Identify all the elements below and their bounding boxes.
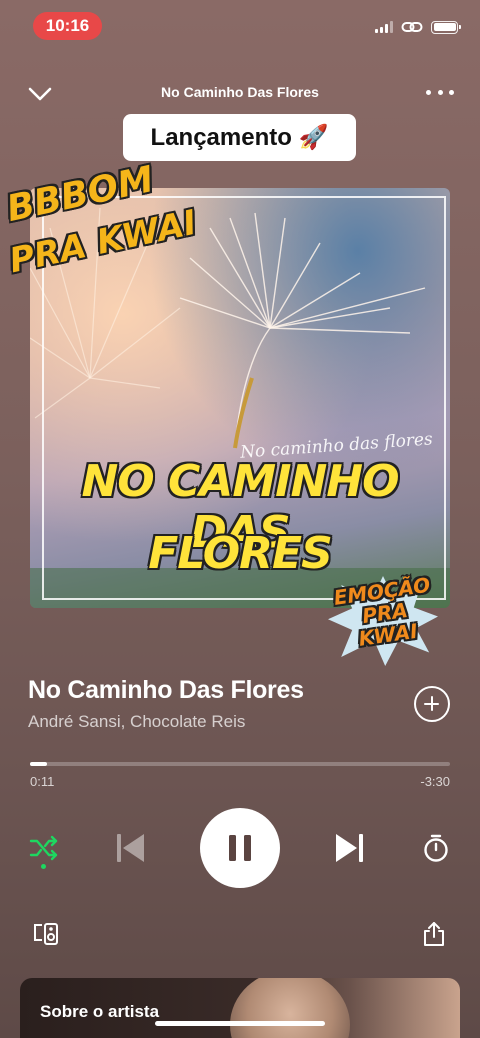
shuffle-active-dot <box>41 864 46 869</box>
sleep-timer-button[interactable] <box>418 830 454 866</box>
play-pause-button[interactable] <box>200 808 280 888</box>
pause-icon <box>229 835 251 861</box>
skip-previous-icon <box>117 834 144 862</box>
more-icon[interactable] <box>426 90 454 98</box>
player-header: No Caminho Das Flores <box>0 78 480 110</box>
home-indicator[interactable] <box>155 1021 325 1026</box>
about-artist-card[interactable]: Sobre o artista <box>20 978 460 1038</box>
cover-title-line2: FLORES <box>148 528 333 579</box>
progress-fill <box>30 762 47 766</box>
track-title[interactable]: No Caminho Das Flores <box>28 676 304 705</box>
sticker-bottom: EMOÇÃO PRA KWAI <box>326 573 444 654</box>
signal-icon <box>375 21 393 33</box>
album-cover: No caminho das flores NO CAMINHO DAS FLO… <box>3 159 450 666</box>
shuffle-button[interactable] <box>26 830 62 866</box>
header-title: No Caminho Das Flores <box>161 84 319 100</box>
share-icon[interactable] <box>420 920 448 948</box>
elapsed-time: 0:11 <box>30 774 55 789</box>
add-to-library-button[interactable] <box>414 686 450 722</box>
status-time: 10:16 <box>33 12 102 40</box>
connect-device-icon[interactable] <box>32 920 60 948</box>
next-button[interactable] <box>330 828 370 868</box>
track-artists[interactable]: André Sansi, Chocolate Reis <box>28 712 245 732</box>
status-icons <box>375 20 461 34</box>
battery-icon <box>431 20 461 34</box>
release-badge: Lançamento 🚀 <box>123 114 356 161</box>
player-footer <box>0 916 480 952</box>
skip-next-icon <box>336 834 363 862</box>
about-artist-title: Sobre o artista <box>40 1002 160 1021</box>
progress-bar[interactable] <box>30 762 450 766</box>
remaining-time: -3:30 <box>420 774 450 789</box>
chevron-down-icon[interactable] <box>26 82 54 106</box>
playback-controls <box>0 808 480 888</box>
sleep-timer-icon <box>424 834 448 862</box>
status-bar: 10:16 <box>0 0 480 56</box>
link-icon <box>401 22 423 32</box>
artist-photo <box>230 978 350 1038</box>
previous-button[interactable] <box>110 828 150 868</box>
shuffle-icon <box>29 835 58 861</box>
